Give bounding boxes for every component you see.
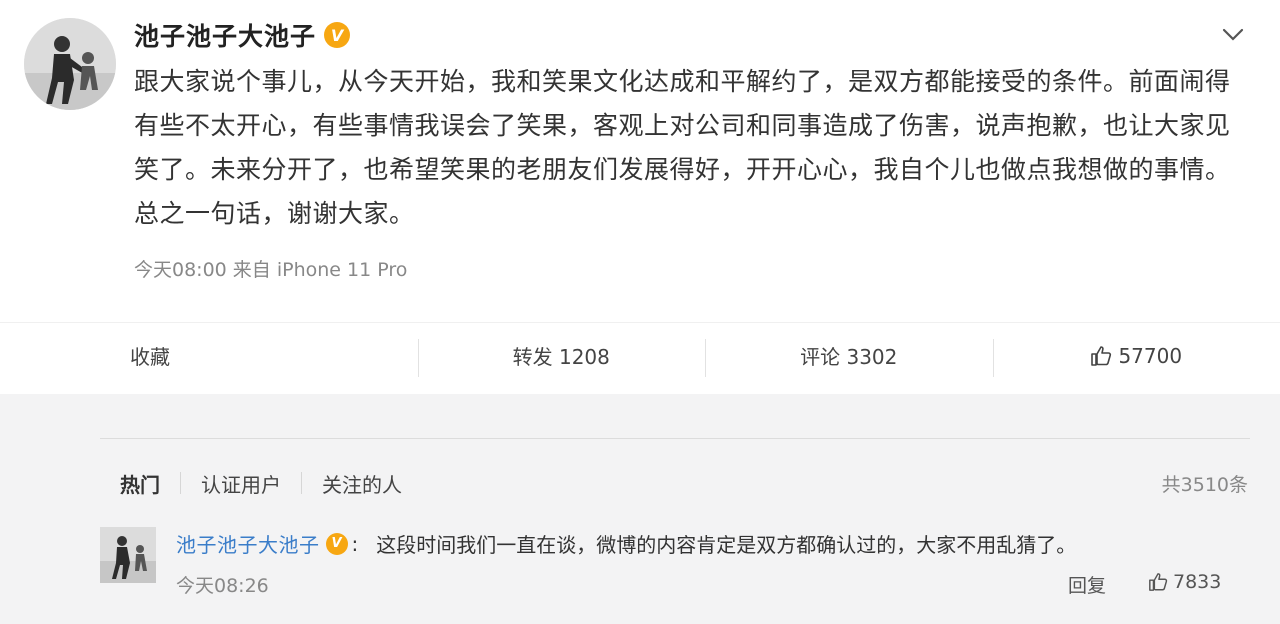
comment-count: 共3510条 bbox=[1161, 473, 1248, 496]
post-meta: 今天08:00 来自 iPhone 11 Pro bbox=[134, 259, 408, 281]
comment-time: 今天08:26 bbox=[176, 575, 269, 597]
tab-divider bbox=[180, 472, 181, 494]
comment-item: 池子池子大池子 V : 这段时间我们一直在谈，微博的内容肯定是双方都确认过的，大… bbox=[100, 527, 1250, 624]
comment-label: 评论 3302 bbox=[800, 345, 898, 369]
commenter-avatar[interactable] bbox=[100, 527, 156, 583]
post-text: 跟大家说个事儿，从今天开始，我和笑果文化达成和平解约了，是双方都能接受的条件。前… bbox=[134, 67, 1231, 228]
repost-button[interactable]: 转发 1208 bbox=[417, 323, 706, 388]
collect-label: 收藏 bbox=[130, 345, 170, 369]
comment-like-count: 7833 bbox=[1173, 571, 1222, 593]
comment-text: 这段时间我们一直在谈，微博的内容肯定是双方都确认过的，大家不用乱猜了。 bbox=[376, 533, 1077, 557]
verified-badge-icon: V bbox=[324, 22, 351, 48]
tab-verified-users[interactable]: 认证用户 bbox=[201, 469, 281, 498]
post-action-bar: 收藏 转发 1208 评论 3302 57700 bbox=[0, 322, 1280, 388]
reply-button[interactable]: 回复 bbox=[1068, 571, 1106, 598]
tab-divider bbox=[301, 472, 302, 494]
verified-badge-icon: V bbox=[325, 532, 348, 555]
like-count: 57700 bbox=[1118, 343, 1183, 368]
thumbs-up-icon bbox=[1149, 573, 1168, 591]
author-name[interactable]: 池子池子大池子 bbox=[134, 17, 316, 53]
like-button[interactable]: 57700 bbox=[992, 323, 1280, 388]
tab-hot[interactable]: 热门 bbox=[120, 469, 160, 498]
comment-colon: : bbox=[351, 531, 359, 556]
comment-head: 池子池子大池子 V : 这段时间我们一直在谈，微博的内容肯定是双方都确认过的，大… bbox=[176, 529, 1076, 558]
comments-section: 热门 认证用户 关注的人 共3510条 池子池子大池子 V : 这段时间我们一直… bbox=[100, 438, 1250, 624]
repost-label: 转发 1208 bbox=[512, 345, 610, 369]
author-avatar[interactable] bbox=[24, 18, 116, 110]
chevron-down-icon[interactable] bbox=[1220, 22, 1246, 48]
post-author[interactable]: 池子池子大池子 V bbox=[134, 17, 351, 53]
collect-button[interactable]: 收藏 bbox=[0, 323, 418, 388]
comment-tabs: 热门 认证用户 关注的人 共3510条 bbox=[100, 439, 1250, 527]
weibo-post: 池子池子大池子 V 跟大家说个事儿，从今天开始，我和笑果文化达成和平解约了，是双… bbox=[0, 0, 1280, 394]
comment-like-button[interactable]: 7833 bbox=[1148, 571, 1221, 593]
tab-following[interactable]: 关注的人 bbox=[322, 469, 402, 498]
thumbs-up-icon bbox=[1091, 345, 1112, 366]
commenter-name[interactable]: 池子池子大池子 bbox=[176, 529, 320, 558]
comment-button[interactable]: 评论 3302 bbox=[705, 323, 993, 388]
